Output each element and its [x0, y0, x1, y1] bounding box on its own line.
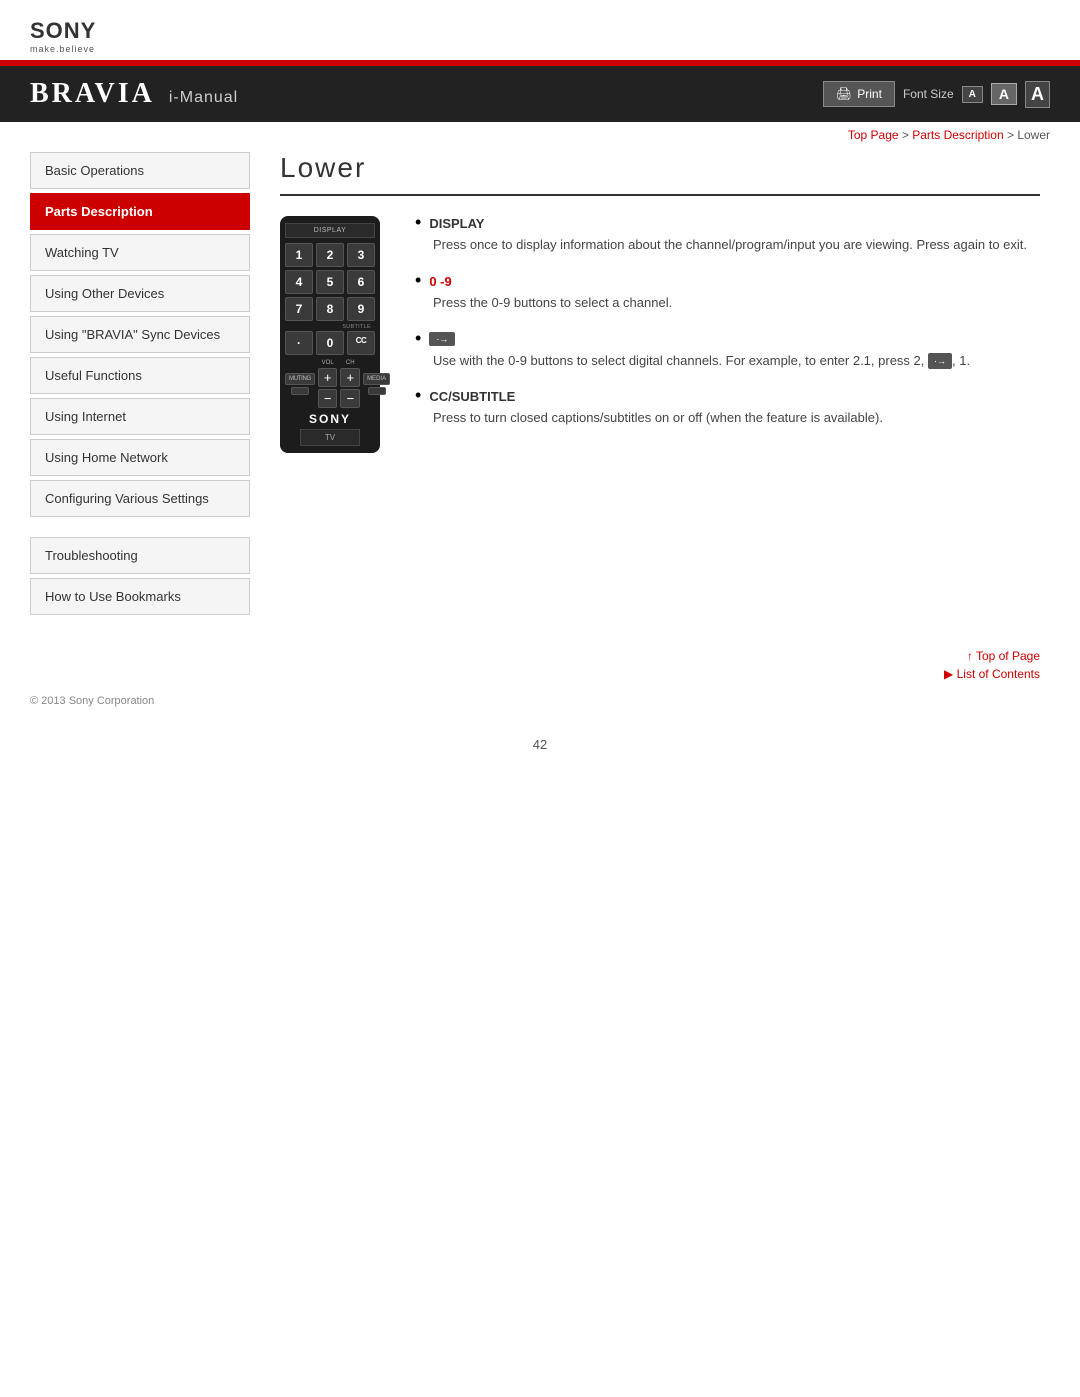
sony-logo: SONY make.believe [30, 18, 1050, 54]
sidebar-item-parts-description[interactable]: Parts Description [30, 193, 250, 230]
font-size-large-button[interactable]: A [1025, 81, 1050, 108]
footer-bottom: © 2013 Sony Corporation [0, 685, 1080, 727]
cc-section: • CC/SUBTITLE Press to turn closed capti… [415, 389, 1040, 429]
cc-text: Press to turn closed captions/subtitles … [433, 408, 1040, 429]
sidebar-item-bravia-sync[interactable]: Using "BRAVIA" Sync Devices [30, 316, 250, 353]
zero-nine-section: • 0 -9 Press the 0-9 buttons to select a… [415, 274, 1040, 314]
remote-key-8: 8 [316, 297, 344, 321]
print-label: Print [857, 87, 882, 101]
content-body: DISPLAY 1 2 3 4 5 6 7 8 9 SUBTITLE [280, 216, 1040, 453]
remote-media-btn: MEDIA [363, 373, 390, 385]
breadcrumb-parts-desc[interactable]: Parts Description [912, 128, 1003, 142]
remote-display-key: DISPLAY [285, 223, 375, 238]
imanual-label: i-Manual [169, 89, 238, 107]
remote-mute-area: MUTING [285, 373, 315, 395]
display-text: Press once to display information about … [433, 235, 1040, 256]
footer-links: ↑ Top of Page ▶ List of Contents [0, 619, 1080, 685]
top-of-page-link[interactable]: ↑ Top of Page [40, 649, 1040, 663]
breadcrumb: Top Page > Parts Description > Lower [0, 122, 1080, 148]
sidebar-item-troubleshooting[interactable]: Troubleshooting [30, 537, 250, 574]
list-of-contents-link[interactable]: ▶ List of Contents [40, 667, 1040, 681]
dot-icon: ·→ [429, 332, 455, 346]
zero-nine-title[interactable]: 0 -9 [429, 274, 451, 289]
descriptions-area: • DISPLAY Press once to display informat… [415, 216, 1040, 453]
remote-key-2: 2 [316, 243, 344, 267]
copyright-text: © 2013 Sony Corporation [30, 695, 154, 707]
font-size-medium-button[interactable]: A [991, 83, 1017, 105]
font-size-label: Font Size [903, 87, 954, 101]
main-layout: Basic Operations Parts Description Watch… [0, 152, 1080, 619]
print-button[interactable]: 🖨 Print [823, 81, 895, 107]
remote-subtitle-label: SUBTITLE [285, 324, 375, 330]
page-title: Lower [280, 152, 1040, 196]
sidebar-item-watching-tv[interactable]: Watching TV [30, 234, 250, 271]
breadcrumb-sep1: > [902, 128, 912, 142]
sidebar-item-basic-operations[interactable]: Basic Operations [30, 152, 250, 189]
sidebar-item-bookmarks[interactable]: How to Use Bookmarks [30, 578, 250, 615]
remote-control-image: DISPLAY 1 2 3 4 5 6 7 8 9 SUBTITLE [280, 216, 385, 453]
display-title: DISPLAY [429, 216, 484, 231]
font-size-small-button[interactable]: A [962, 86, 983, 103]
zero-nine-bullet: • [415, 271, 421, 289]
sidebar-item-useful-functions[interactable]: Useful Functions [30, 357, 250, 394]
sidebar-gap [30, 521, 250, 537]
breadcrumb-current: Lower [1017, 128, 1050, 142]
cc-bullet: • [415, 386, 421, 404]
sidebar-item-using-internet[interactable]: Using Internet [30, 398, 250, 435]
display-section: • DISPLAY Press once to display informat… [415, 216, 1040, 256]
breadcrumb-top-page[interactable]: Top Page [848, 128, 899, 142]
sidebar-item-using-other-devices[interactable]: Using Other Devices [30, 275, 250, 312]
remote-key-1: 1 [285, 243, 313, 267]
header-bar: BRAVIA i-Manual 🖨 Print Font Size A A A [0, 66, 1080, 122]
remote-key-dot: · [285, 331, 313, 355]
dot-bullet: • [415, 329, 421, 347]
remote-mute-btn: MUTING [285, 373, 315, 385]
breadcrumb-sep2: > [1007, 128, 1017, 142]
remote-key-0: 0 [316, 331, 344, 355]
remote-key-6: 6 [347, 270, 375, 294]
remote-media-area: MEDIA [363, 373, 390, 395]
page-number: 42 [0, 727, 1080, 762]
dot-section: • ·→ Use with the 0-9 buttons to select … [415, 332, 1040, 372]
bravia-logo: BRAVIA [30, 78, 155, 110]
sidebar-item-configuring-settings[interactable]: Configuring Various Settings [30, 480, 250, 517]
cc-title: CC/SUBTITLE [429, 389, 515, 404]
remote-key-4: 4 [285, 270, 313, 294]
remote-key-5: 5 [316, 270, 344, 294]
content-area: Lower DISPLAY 1 2 3 4 5 6 7 8 [270, 152, 1050, 619]
remote-tv-btn: TV [300, 429, 360, 446]
display-bullet: • [415, 213, 421, 231]
sidebar-item-home-network[interactable]: Using Home Network [30, 439, 250, 476]
remote-key-9: 9 [347, 297, 375, 321]
remote-ch-area: CH + − [340, 360, 360, 408]
header-left: BRAVIA i-Manual [30, 78, 238, 110]
remote-sony-label: SONY [285, 412, 375, 426]
sidebar: Basic Operations Parts Description Watch… [30, 152, 250, 619]
dot-text: Use with the 0-9 buttons to select digit… [433, 351, 1040, 372]
zero-nine-text: Press the 0-9 buttons to select a channe… [433, 293, 1040, 314]
remote-vol-area: VOL + − [318, 360, 338, 408]
remote-key-cc: CC [347, 331, 375, 355]
sony-logo-area: SONY make.believe [0, 0, 1080, 60]
remote-key-3: 3 [347, 243, 375, 267]
header-right: 🖨 Print Font Size A A A [823, 81, 1050, 108]
print-icon: 🖨 [836, 86, 853, 102]
remote-key-7: 7 [285, 297, 313, 321]
